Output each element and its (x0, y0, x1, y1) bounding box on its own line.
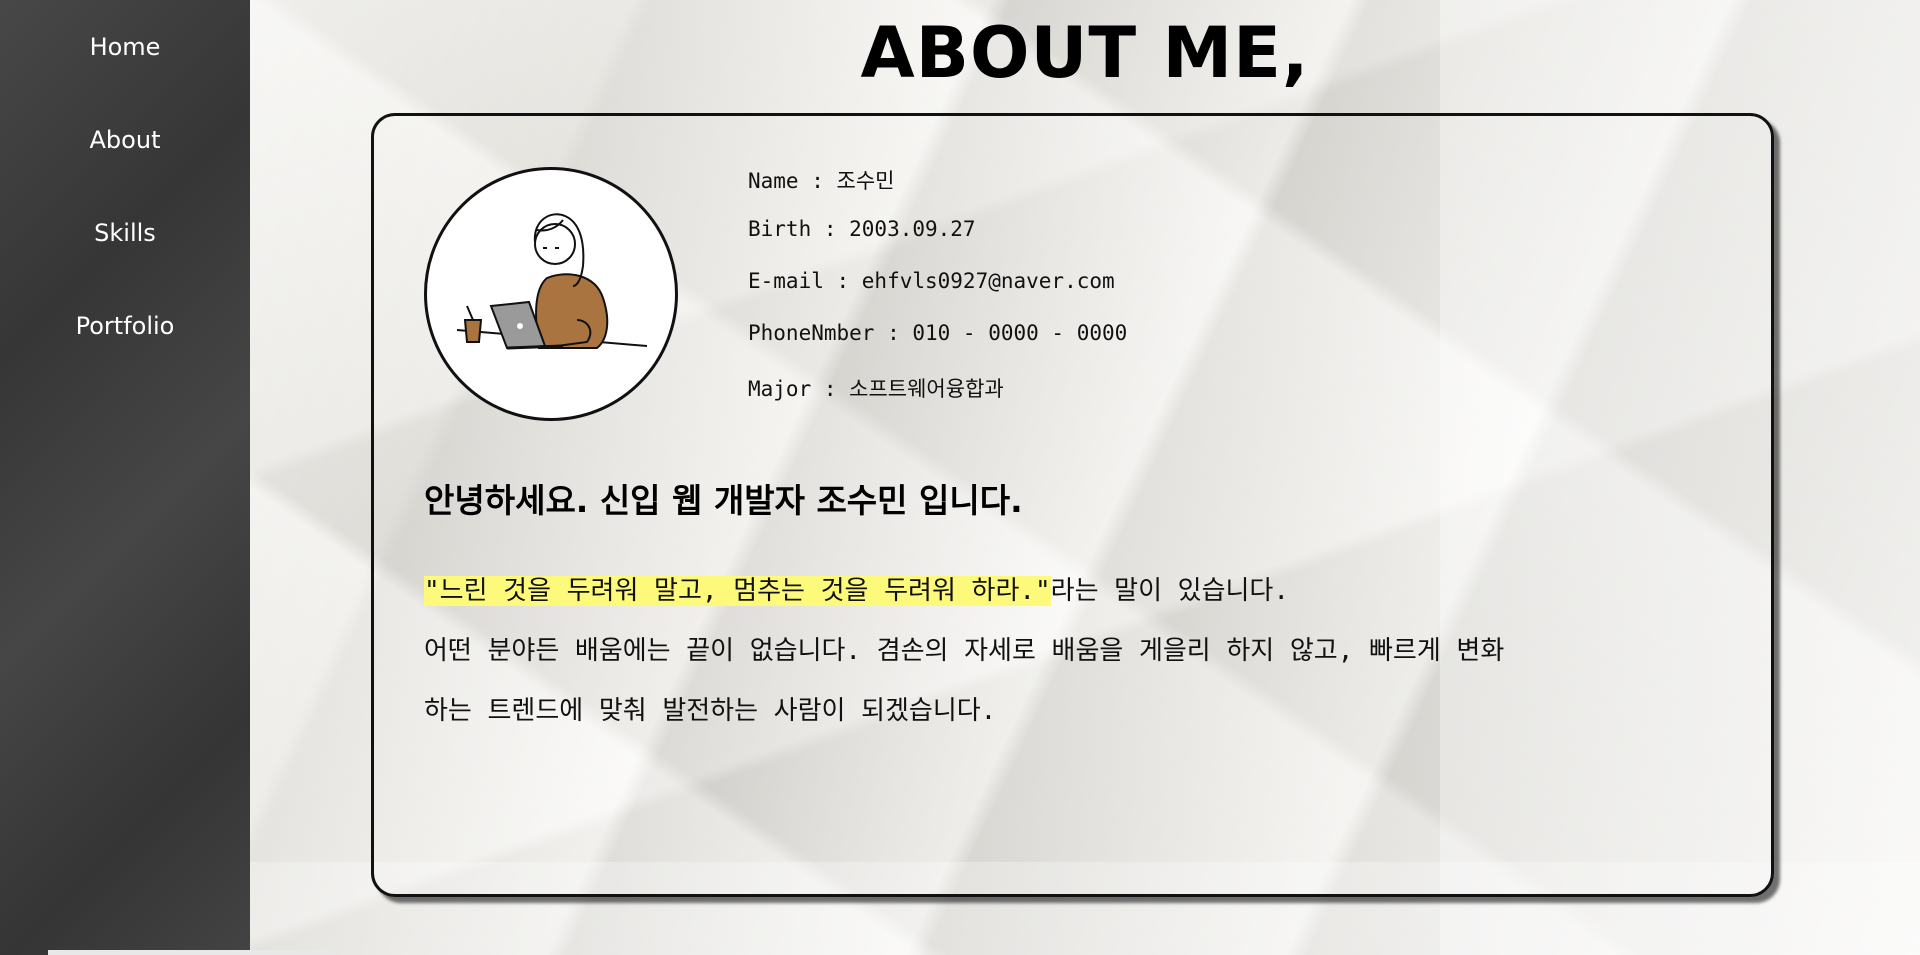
quote-line: "느린 것을 두려워 말고, 멈추는 것을 두려워 하라."라는 말이 있습니다… (424, 570, 1289, 607)
profile-name: Name : 조수민 (748, 169, 895, 193)
page-title: ABOUT ME, (860, 12, 1310, 94)
greeting-heading: 안녕하세요. 신입 웹 개발자 조수민 입니다. (424, 481, 1023, 520)
nav-about[interactable]: About (0, 126, 250, 154)
profile-email: E-mail : ehfvls0927@naver.com (748, 269, 1115, 293)
nav-skills[interactable]: Skills (0, 219, 250, 247)
profile-birth: Birth : 2003.09.27 (748, 217, 976, 241)
sidebar: Home About Skills Portfolio (0, 0, 250, 955)
highlighted-quote: "느린 것을 두려워 말고, 멈추는 것을 두려워 하라." (424, 576, 1051, 606)
profile-major: Major : 소프트웨어융합과 (748, 377, 1004, 401)
person-with-laptop-icon (456, 213, 648, 350)
quote-suffix: 라는 말이 있습니다. (1050, 576, 1289, 606)
profile-phone: PhoneNmber : 010 - 0000 - 0000 (748, 321, 1128, 345)
nav-portfolio[interactable]: Portfolio (0, 312, 250, 340)
avatar (424, 167, 678, 421)
nav-home[interactable]: Home (0, 33, 250, 61)
scrollbar-track (48, 950, 336, 955)
intro-line-3: 하는 트렌드에 맞춰 발전하는 사람이 되겠습니다. (424, 696, 997, 726)
intro-line-2: 어떤 분야든 배움에는 끝이 없습니다. 겸손의 자세로 배움을 게을리 하지 … (424, 636, 1505, 666)
